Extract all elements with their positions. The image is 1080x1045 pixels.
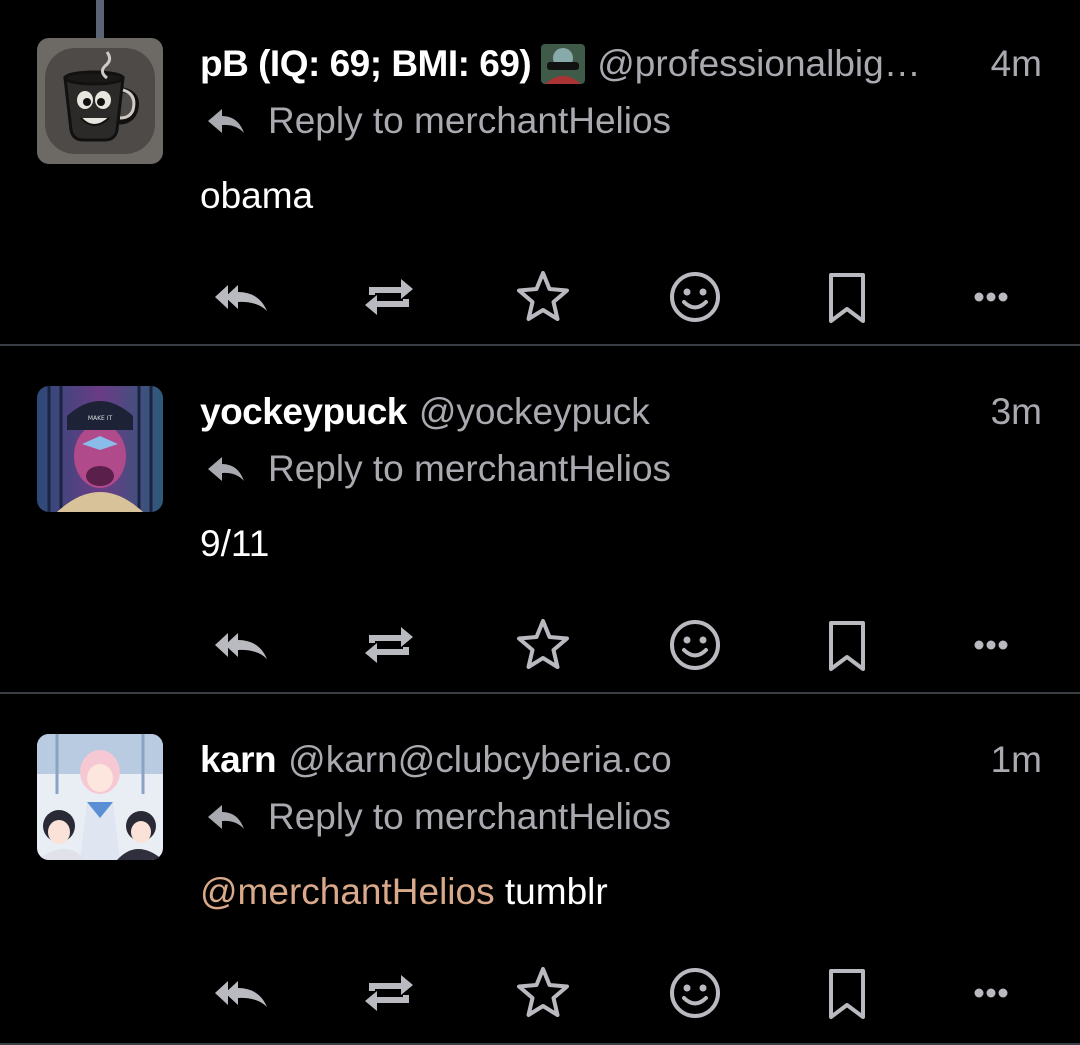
- post-header: pB (IQ: 69; BMI: 69) @professionalbig… 4…: [200, 40, 1042, 88]
- favourite-icon[interactable]: [508, 958, 578, 1028]
- svg-text:MAKE IT: MAKE IT: [88, 415, 113, 422]
- emoji-reaction-icon[interactable]: [660, 610, 730, 680]
- reply-icon: [208, 109, 244, 133]
- post-text: obama: [200, 175, 314, 216]
- post-text: tumblr: [494, 871, 608, 912]
- post-time[interactable]: 3m: [991, 391, 1042, 433]
- post[interactable]: MAKE IT yockeypuck @yockeypuck 3m Reply …: [0, 348, 1080, 694]
- reply-to-indicator[interactable]: Reply to merchantHelios: [200, 97, 671, 145]
- post-actions: [200, 262, 1060, 332]
- emoji-reaction-icon[interactable]: [660, 958, 730, 1028]
- post-time[interactable]: 1m: [991, 739, 1042, 781]
- display-name[interactable]: yockeypuck: [200, 391, 407, 433]
- post-text: 9/11: [200, 523, 270, 564]
- reply-all-icon[interactable]: [206, 958, 276, 1028]
- post-content: 9/11: [200, 523, 269, 565]
- display-name[interactable]: karn: [200, 739, 277, 781]
- post[interactable]: karn @karn@clubcyberia.co 1m Reply to me…: [0, 696, 1080, 1045]
- more-icon[interactable]: [956, 958, 1026, 1028]
- favourite-icon[interactable]: [508, 262, 578, 332]
- boost-icon[interactable]: [354, 610, 424, 680]
- boost-icon[interactable]: [354, 958, 424, 1028]
- post-content: obama: [200, 175, 313, 217]
- reply-to-indicator[interactable]: Reply to merchantHelios: [200, 445, 671, 493]
- reply-to-indicator[interactable]: Reply to merchantHelios: [200, 793, 671, 841]
- reply-to-text: Reply to merchantHelios: [268, 100, 672, 141]
- bookmark-icon[interactable]: [812, 958, 882, 1028]
- reply-all-icon[interactable]: [206, 610, 276, 680]
- reply-to-text: Reply to merchantHelios: [268, 448, 672, 489]
- handle[interactable]: @yockeypuck: [419, 391, 983, 433]
- bookmark-icon[interactable]: [812, 262, 882, 332]
- avatar[interactable]: MAKE IT: [37, 386, 163, 512]
- avatar[interactable]: [37, 38, 163, 164]
- mention-link[interactable]: @merchantHelios: [200, 871, 495, 912]
- favourite-icon[interactable]: [508, 610, 578, 680]
- post-actions: [200, 610, 1060, 680]
- post-header: karn @karn@clubcyberia.co 1m: [200, 736, 1042, 784]
- post-actions: [200, 958, 1060, 1028]
- reply-to-text: Reply to merchantHelios: [268, 796, 672, 837]
- handle[interactable]: @professionalbig…: [597, 43, 982, 85]
- reply-icon: [208, 457, 244, 481]
- post-content: @merchantHelios tumblr: [200, 871, 608, 913]
- reply-all-icon[interactable]: [206, 262, 276, 332]
- post-header: yockeypuck @yockeypuck 3m: [200, 388, 1042, 436]
- bookmark-icon[interactable]: [812, 610, 882, 680]
- profile-flair-icon: [541, 44, 586, 84]
- emoji-reaction-icon[interactable]: [660, 262, 730, 332]
- handle[interactable]: @karn@clubcyberia.co: [288, 739, 982, 781]
- avatar[interactable]: [37, 734, 163, 860]
- boost-icon[interactable]: [354, 262, 424, 332]
- post-time[interactable]: 4m: [991, 43, 1042, 85]
- more-icon[interactable]: [956, 262, 1026, 332]
- post[interactable]: pB (IQ: 69; BMI: 69) @professionalbig… 4…: [0, 0, 1080, 346]
- reply-icon: [208, 805, 244, 829]
- more-icon[interactable]: [956, 610, 1026, 680]
- display-name[interactable]: pB (IQ: 69; BMI: 69): [200, 43, 532, 85]
